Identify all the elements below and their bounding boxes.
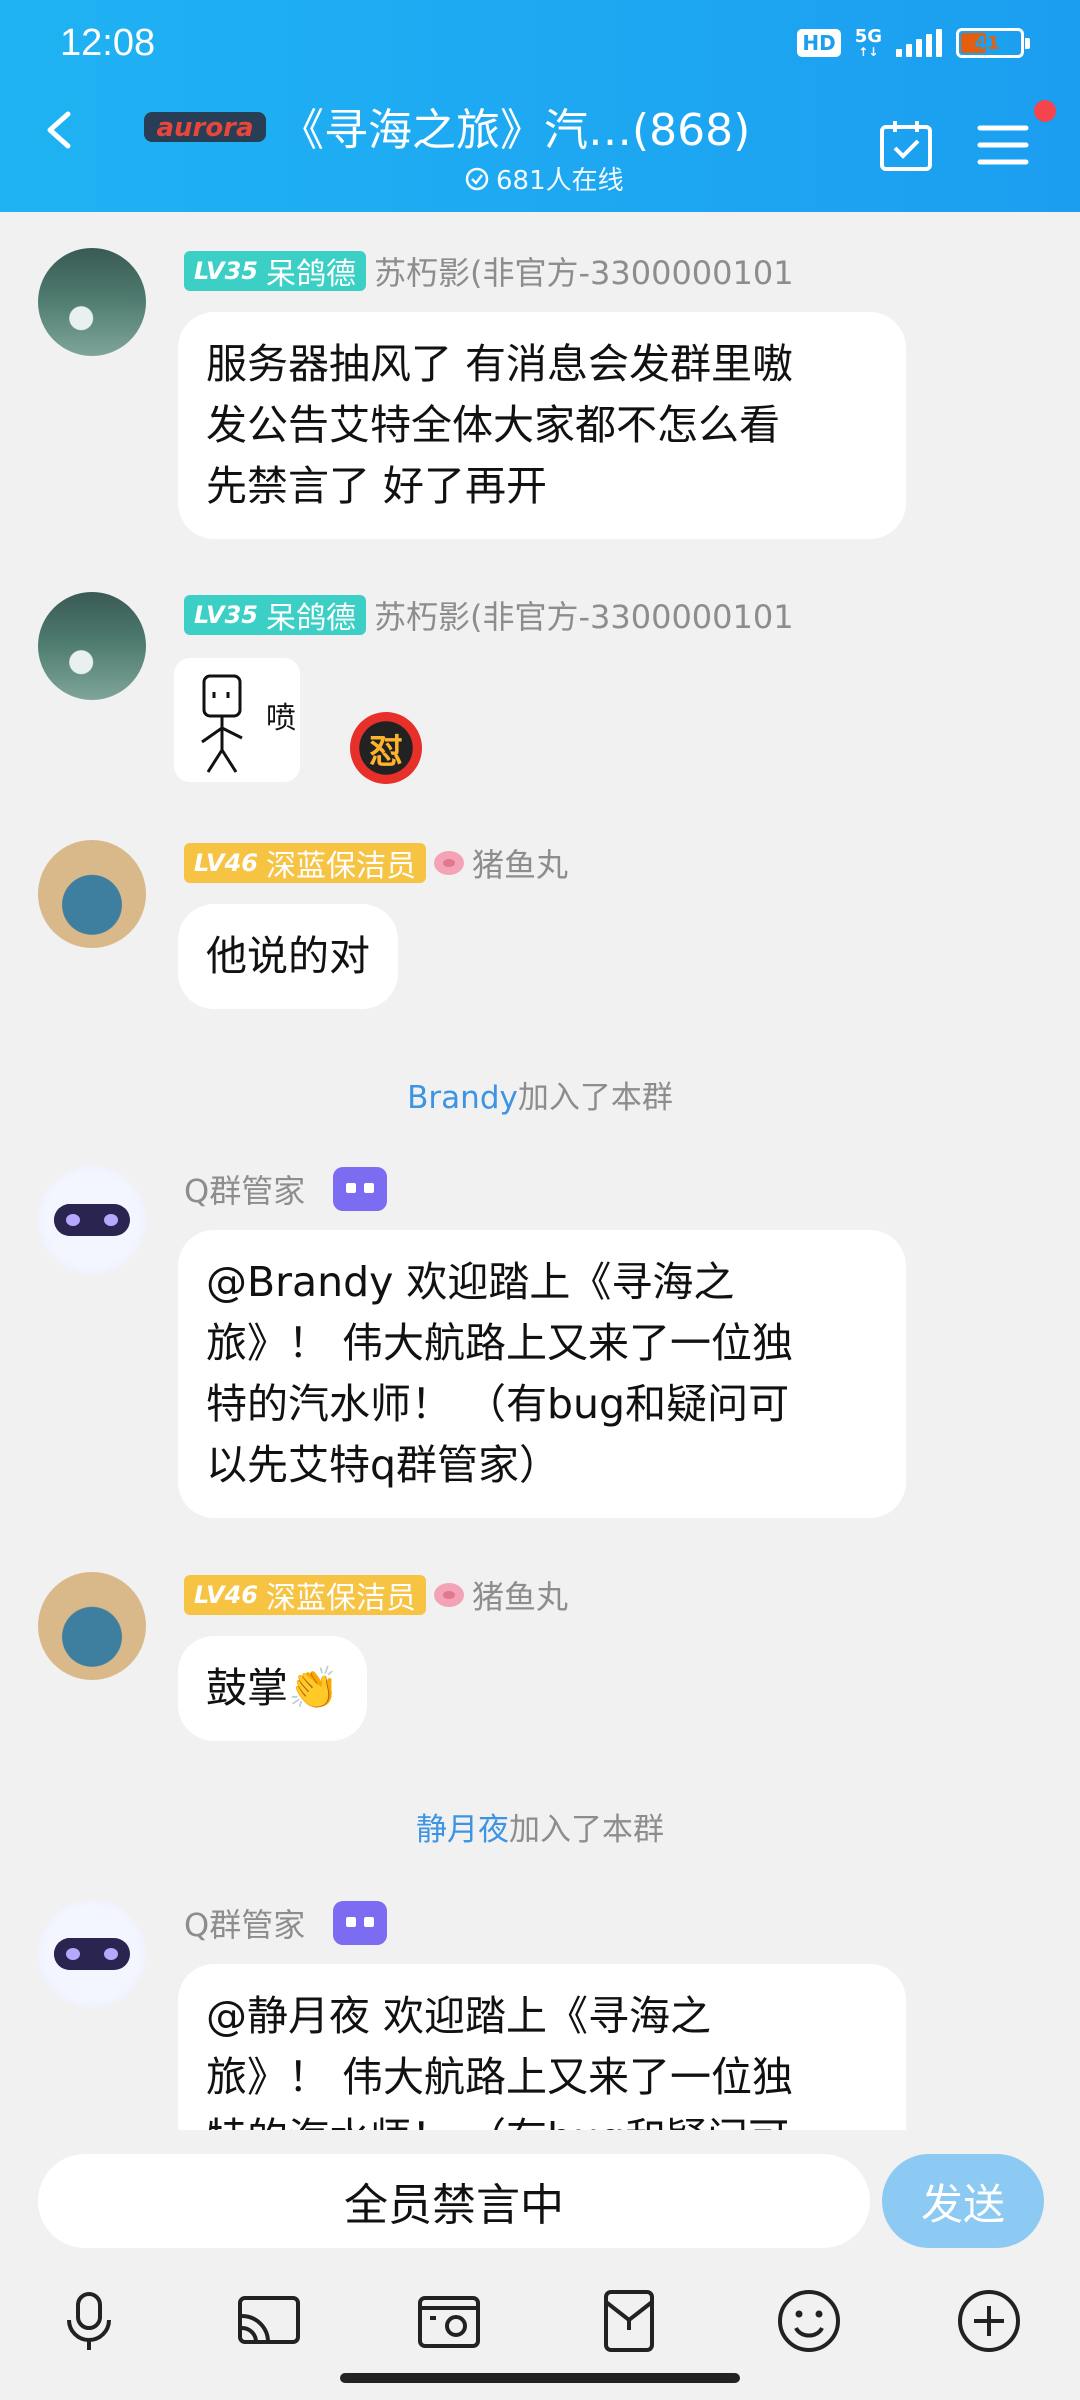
muted-input-field[interactable]: 全员禁言中 (38, 2154, 870, 2248)
send-button[interactable]: 发送 (882, 2154, 1044, 2248)
back-arrow-icon[interactable] (40, 110, 80, 150)
message-bubble[interactable]: @静月夜 欢迎踏上《寻海之 旅》！ 伟大航路上又来了一位独 特的汽水师！ （有b… (178, 1964, 906, 2130)
sender-name[interactable]: 苏朽影(非官方-3300000101 (374, 248, 794, 294)
sender-meta: LV46 深蓝保洁员 猪鱼丸 (184, 1572, 568, 1618)
avatar[interactable] (38, 248, 146, 356)
stick-figure-icon: 喷 (201, 674, 296, 773)
sticker-image[interactable]: 喷 (174, 658, 300, 782)
network-5g-icon: 5G ↑↓ (854, 26, 882, 59)
emoji-icon[interactable] (776, 2288, 842, 2354)
status-time: 12:08 (60, 22, 156, 64)
header-bar: 12:08 HD 5G ↑↓ 41 aurora 《寻海之旅》汽…(868) 68… (0, 0, 1080, 212)
joined-user-link[interactable]: 静月夜 (416, 1812, 509, 1848)
sender-meta: LV35 呆鸽德 苏朽影(非官方-3300000101 (184, 248, 794, 294)
level-badge: LV35 呆鸽德 (184, 251, 366, 292)
message-bubble[interactable]: 鼓掌👏 (178, 1636, 368, 1741)
level-badge: LV46 深蓝保洁员 (184, 843, 426, 884)
battery-icon: 41 (956, 28, 1030, 58)
image-icon[interactable] (416, 2288, 482, 2354)
plus-icon[interactable] (956, 2288, 1022, 2354)
input-bar: 全员禁言中 发送 (0, 2130, 1080, 2260)
hd-icon: HD (797, 29, 841, 57)
pig-face-icon (433, 851, 464, 875)
sender-meta: Q群管家 (184, 1166, 388, 1212)
anger-emoji-icon[interactable]: 怼 (350, 712, 422, 784)
message-bubble[interactable]: @Brandy 欢迎踏上《寻海之 旅》！ 伟大航路上又来了一位独 特的汽水师！ … (178, 1230, 906, 1518)
sender-meta: Q群管家 (184, 1900, 388, 1946)
sender-name[interactable]: 猪鱼丸 (472, 1572, 568, 1618)
robot-icon (333, 1167, 388, 1211)
joined-user-link[interactable]: Brandy (407, 1080, 518, 1116)
message-bubble[interactable]: 服务器抽风了 有消息会发群里嗷 发公告艾特全体大家都不怎么看 先禁言了 好了再开 (178, 312, 906, 539)
avatar[interactable] (38, 840, 146, 948)
system-notice: 静月夜加入了本群 (416, 1812, 664, 1848)
message-bubble[interactable]: 他说的对 (178, 904, 398, 1009)
signal-icon (896, 29, 942, 57)
avatar[interactable] (38, 1900, 146, 2008)
level-badge: LV46 深蓝保洁员 (184, 1575, 426, 1616)
level-badge: LV35 呆鸽德 (184, 595, 366, 636)
system-notice: Brandy加入了本群 (407, 1080, 673, 1116)
online-status-icon (465, 167, 489, 190)
sender-name[interactable]: Q群管家 (184, 1166, 305, 1212)
pig-face-icon (433, 1583, 464, 1607)
avatar[interactable] (38, 1166, 146, 1274)
home-indicator[interactable] (340, 2373, 740, 2383)
clapping-hands-icon: 👏 (288, 1664, 340, 1712)
screen-cast-icon[interactable] (236, 2288, 302, 2354)
red-packet-icon[interactable] (596, 2288, 662, 2354)
sender-meta: LV46 深蓝保洁员 猪鱼丸 (184, 840, 568, 886)
chat-area[interactable]: LV35 呆鸽德 苏朽影(非官方-3300000101 服务器抽风了 有消息会发群… (0, 212, 1080, 2130)
sender-name[interactable]: 猪鱼丸 (472, 840, 568, 886)
group-logo: aurora (144, 112, 266, 143)
sender-meta: LV35 呆鸽德 苏朽影(非官方-3300000101 (184, 592, 794, 638)
microphone-icon[interactable] (56, 2288, 122, 2354)
menu-icon[interactable] (976, 120, 1030, 170)
notification-dot (1034, 100, 1056, 122)
robot-icon (333, 1901, 388, 1945)
svg-text:喷: 喷 (266, 701, 296, 736)
group-title[interactable]: 《寻海之旅》汽…(868) (280, 94, 750, 158)
online-count[interactable]: 681人在线 (464, 160, 624, 197)
system-status-icons: HD 5G ↑↓ 41 (797, 26, 1030, 59)
avatar[interactable] (38, 1572, 146, 1680)
sender-name[interactable]: Q群管家 (184, 1900, 305, 1946)
svg-text:aurora: aurora (156, 113, 253, 143)
avatar[interactable] (38, 592, 146, 700)
sender-name[interactable]: 苏朽影(非官方-3300000101 (374, 592, 794, 638)
calendar-check-icon[interactable] (878, 118, 934, 174)
